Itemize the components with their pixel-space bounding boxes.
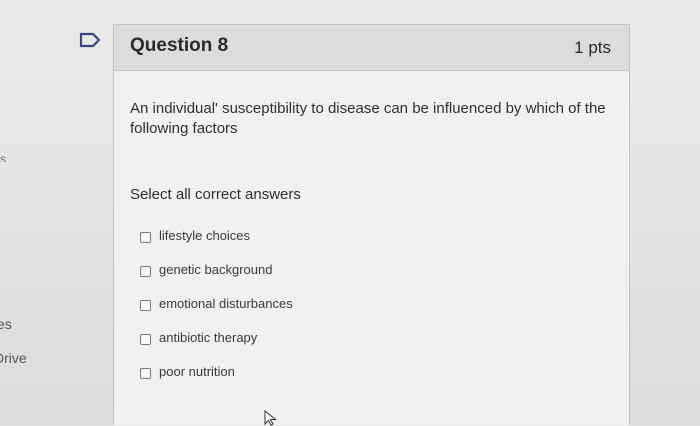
flag-icon[interactable] — [79, 32, 101, 48]
question-header: Question 8 1 pts — [114, 25, 629, 71]
answer-label[interactable]: poor nutrition — [159, 364, 235, 379]
checkbox-icon[interactable] — [140, 300, 151, 311]
checkbox-icon[interactable] — [140, 232, 151, 243]
question-text: An individual' susceptibility to disease… — [130, 100, 606, 137]
answer-option[interactable]: lifestyle choices — [136, 228, 536, 262]
question-card: Question 8 1 pts An individual' suscepti… — [113, 24, 630, 425]
answer-option[interactable]: genetic background — [136, 262, 536, 296]
sidebar-item-drive-fragment[interactable]: Drive — [0, 350, 27, 366]
answer-option[interactable]: poor nutrition — [136, 364, 536, 398]
question-title: Question 8 — [130, 35, 229, 56]
checkbox-icon[interactable] — [140, 266, 151, 277]
answer-label[interactable]: emotional disturbances — [159, 296, 293, 311]
question-points: 1 pts — [574, 38, 611, 57]
sidebar-edge-mark: s — [0, 152, 6, 162]
answer-label[interactable]: antibiotic therapy — [159, 330, 257, 345]
answer-option[interactable]: antibiotic therapy — [136, 330, 536, 364]
checkbox-icon[interactable] — [140, 334, 151, 345]
answer-label[interactable]: lifestyle choices — [159, 228, 250, 243]
cursor-icon — [264, 410, 277, 426]
sidebar-item-fragment[interactable]: es — [0, 316, 12, 332]
answer-label[interactable]: genetic background — [159, 262, 272, 277]
answer-option[interactable]: emotional disturbances — [136, 296, 536, 330]
answer-list: lifestyle choices genetic background emo… — [136, 228, 536, 398]
checkbox-icon[interactable] — [140, 368, 151, 379]
question-instruction: Select all correct answers — [130, 186, 301, 203]
